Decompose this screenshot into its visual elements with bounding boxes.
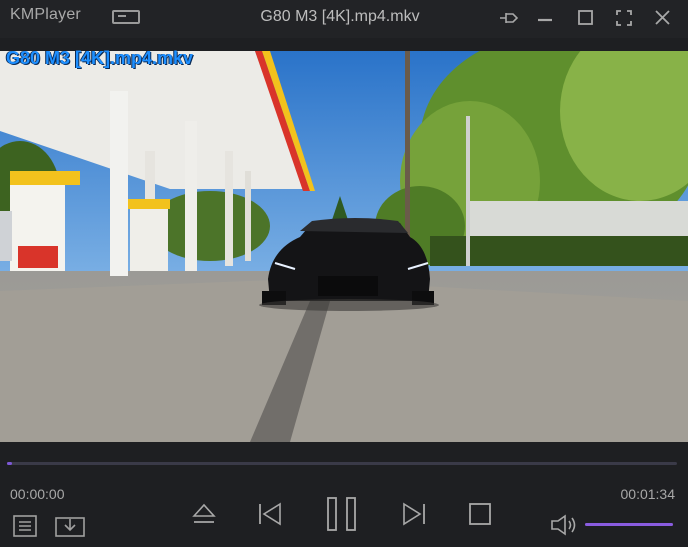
- current-time: 00:00:00: [10, 486, 65, 502]
- osd-filename: G80 M3 [4K].mp4.mkv: [6, 48, 194, 68]
- volume-slider[interactable]: [585, 523, 673, 526]
- close-icon[interactable]: [649, 6, 675, 30]
- maximize-icon[interactable]: [572, 6, 598, 30]
- minimize-icon[interactable]: [532, 6, 558, 30]
- seek-bar-fill: [7, 462, 13, 465]
- seek-bar[interactable]: [7, 462, 677, 465]
- fullscreen-icon[interactable]: [611, 6, 637, 30]
- total-time: 00:01:34: [620, 486, 676, 502]
- video-area[interactable]: [0, 51, 688, 442]
- speaker-icon[interactable]: [550, 514, 580, 536]
- pin-icon[interactable]: [496, 6, 522, 30]
- stop-icon[interactable]: [468, 502, 492, 526]
- eject-icon[interactable]: [191, 501, 217, 527]
- download-icon[interactable]: [55, 515, 85, 537]
- skip-previous-icon[interactable]: [256, 501, 284, 527]
- app-logo: KMPlayer: [10, 6, 81, 23]
- pause-icon[interactable]: [325, 496, 359, 532]
- skip-next-icon[interactable]: [400, 501, 428, 527]
- mini-mode-icon[interactable]: [112, 10, 140, 24]
- window-title: G80 M3 [4K].mp4.mkv: [260, 8, 420, 25]
- video-frame: [0, 51, 688, 442]
- playlist-icon[interactable]: [13, 515, 37, 537]
- volume-slider-fill: [585, 523, 673, 526]
- title-bar: KMPlayer G80 M3 [4K].mp4.mkv: [0, 0, 688, 38]
